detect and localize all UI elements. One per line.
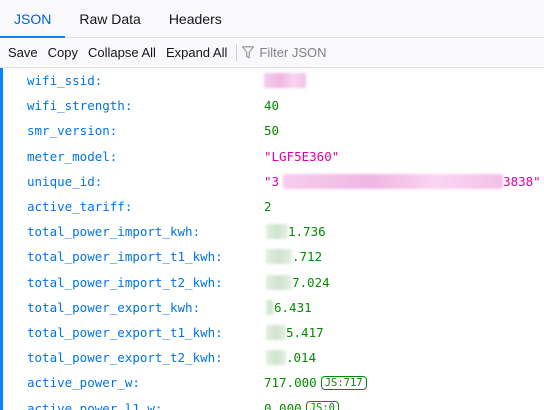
number-value: 2 bbox=[264, 199, 272, 215]
filter-json-input[interactable] bbox=[259, 45, 440, 60]
toolbar-divider bbox=[236, 44, 238, 61]
json-row[interactable]: total_power_import_t1_kwh: .712 bbox=[3, 244, 544, 269]
tab-bar: JSON Raw Data Headers bbox=[0, 0, 544, 38]
js-value-badge: JS:717 bbox=[320, 375, 367, 390]
json-key: total_power_export_kwh: bbox=[27, 299, 201, 315]
copy-button[interactable]: Copy bbox=[43, 45, 83, 60]
number-value-suffix: .712 bbox=[292, 249, 323, 265]
json-key: total_power_import_t2_kwh: bbox=[27, 274, 223, 290]
json-row[interactable]: active_tariff: 2 bbox=[3, 194, 544, 219]
json-value: .014 bbox=[264, 350, 317, 366]
number-value-suffix: 6.431 bbox=[274, 299, 312, 315]
json-value: 0.000 JS:0 bbox=[264, 401, 339, 410]
save-button[interactable]: Save bbox=[0, 45, 43, 60]
funnel-icon bbox=[242, 46, 255, 59]
json-row[interactable]: total_power_export_kwh: 6.431 bbox=[3, 295, 544, 320]
json-value: 1.736 bbox=[264, 224, 326, 240]
string-value-prefix: "3 bbox=[264, 173, 280, 189]
json-key: total_power_import_kwh: bbox=[27, 224, 201, 240]
redacted-value bbox=[283, 173, 504, 189]
tab-json[interactable]: JSON bbox=[0, 0, 66, 38]
string-value-suffix: 3838" bbox=[503, 173, 541, 189]
json-key: total_power_export_t2_kwh: bbox=[27, 350, 223, 366]
json-row[interactable]: meter_model: "LGF5E360" bbox=[3, 144, 544, 169]
tab-headers[interactable]: Headers bbox=[155, 0, 236, 37]
tab-raw-data[interactable]: Raw Data bbox=[65, 0, 154, 37]
js-value-badge: JS:0 bbox=[305, 401, 339, 410]
json-value: 717.000 JS:717 bbox=[264, 375, 367, 390]
json-value: 5.417 bbox=[264, 324, 324, 340]
number-value-suffix: 5.417 bbox=[286, 324, 324, 340]
json-row[interactable]: wifi_ssid: bbox=[3, 68, 544, 93]
number-value-suffix: .014 bbox=[286, 350, 317, 366]
json-key: total_power_import_t1_kwh: bbox=[27, 249, 223, 265]
redacted-value bbox=[266, 350, 286, 366]
json-row[interactable]: total_power_import_kwh: 1.736 bbox=[3, 219, 544, 244]
json-value: 2 bbox=[264, 199, 272, 214]
json-value: .712 bbox=[264, 249, 323, 265]
json-key: active_tariff: bbox=[27, 199, 133, 215]
redacted-value bbox=[266, 249, 292, 265]
json-key: active_power_l1_w: bbox=[27, 400, 163, 410]
number-value: 0.000 bbox=[264, 400, 302, 410]
json-row[interactable]: wifi_strength: 40 bbox=[3, 93, 544, 118]
json-value: "LGF5E360" bbox=[264, 149, 339, 164]
json-value bbox=[264, 73, 306, 89]
number-value: 50 bbox=[264, 123, 280, 139]
json-value: 40 bbox=[264, 98, 279, 113]
json-viewer: wifi_ssid: wifi_strength: 40 smr_version: 50… bbox=[0, 68, 544, 410]
json-value: 6.431 bbox=[264, 299, 312, 315]
json-value: 50 bbox=[264, 123, 279, 138]
json-key: meter_model: bbox=[27, 148, 118, 164]
number-value: 717.000 bbox=[264, 375, 317, 391]
json-key: total_power_export_t1_kwh: bbox=[27, 324, 223, 340]
redacted-value bbox=[266, 224, 288, 240]
redacted-value bbox=[264, 73, 306, 89]
json-row[interactable]: total_power_import_t2_kwh: 7.024 bbox=[3, 270, 544, 295]
json-row[interactable]: active_power_w: 717.000 JS:717 bbox=[3, 370, 544, 395]
string-value: "LGF5E360" bbox=[264, 148, 340, 164]
expand-all-button[interactable]: Expand All bbox=[161, 45, 232, 60]
json-key: active_power_w: bbox=[27, 375, 140, 391]
json-key: unique_id: bbox=[27, 173, 103, 189]
json-value: 7.024 bbox=[264, 274, 330, 290]
json-row[interactable]: unique_id: "3 3838" bbox=[3, 169, 544, 194]
collapse-all-button[interactable]: Collapse All bbox=[83, 45, 161, 60]
number-value-suffix: 7.024 bbox=[292, 274, 330, 290]
redacted-value bbox=[266, 274, 292, 290]
json-value: "3 3838" bbox=[264, 173, 541, 189]
json-toolbar: Save Copy Collapse All Expand All bbox=[0, 38, 544, 68]
json-row[interactable]: active_power_l1_w: 0.000 JS:0 bbox=[3, 395, 544, 410]
json-row[interactable]: total_power_export_t2_kwh: .014 bbox=[3, 345, 544, 370]
filter-box[interactable] bbox=[242, 45, 440, 60]
json-key: wifi_ssid: bbox=[27, 73, 103, 89]
json-row[interactable]: smr_version: 50 bbox=[3, 118, 544, 143]
redacted-value bbox=[266, 324, 286, 340]
json-row[interactable]: total_power_export_t1_kwh: 5.417 bbox=[3, 320, 544, 345]
json-key: wifi_strength: bbox=[27, 98, 133, 114]
redacted-value bbox=[266, 299, 274, 315]
number-value: 40 bbox=[264, 98, 280, 114]
number-value-suffix: 1.736 bbox=[288, 224, 326, 240]
json-key: smr_version: bbox=[27, 123, 118, 139]
